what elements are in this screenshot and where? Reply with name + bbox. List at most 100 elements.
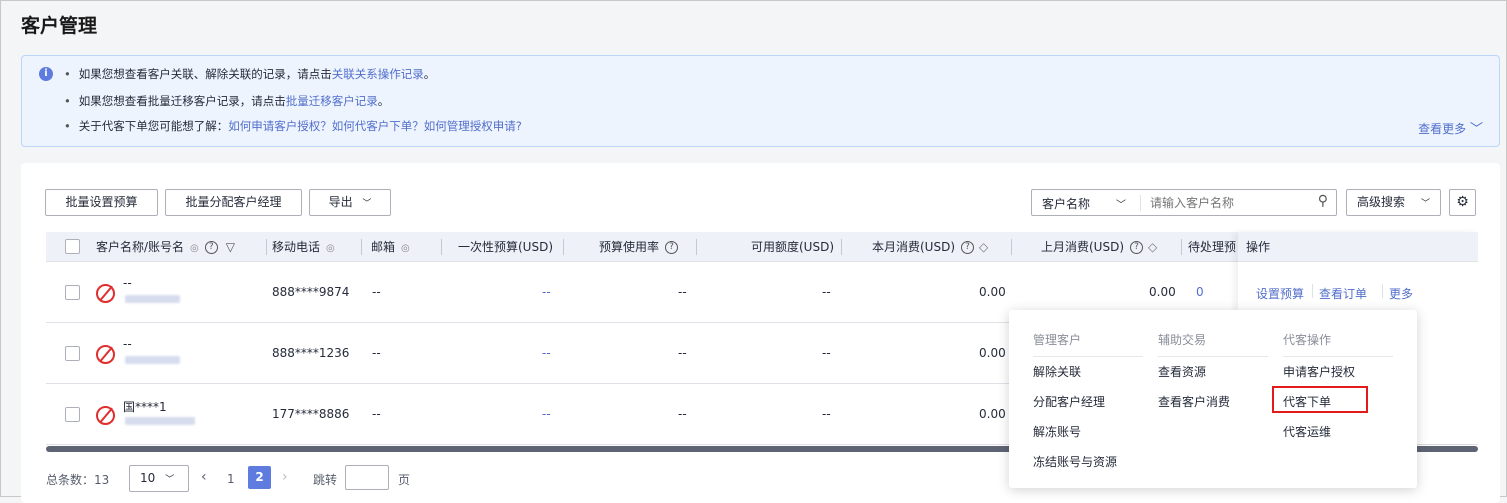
info-line-3: 关于代客下单您可能想了解：如何申请客户授权？如何代客户下单？如何管理授权申请?	[64, 118, 522, 134]
available-credit: --	[822, 285, 831, 299]
column-header-actions: 操作	[1246, 240, 1271, 254]
column-label: 移动电话	[272, 240, 321, 254]
available-credit: --	[822, 407, 831, 421]
help-icon[interactable]: ?	[961, 241, 975, 254]
help-link-authorize[interactable]: 如何申请客户授权？	[228, 119, 332, 133]
menu-item-unfreeze[interactable]: 解冻账号	[1033, 423, 1081, 440]
budget[interactable]: --	[542, 285, 551, 299]
filter-icon[interactable]: ▽	[226, 240, 235, 254]
search-input[interactable]	[1150, 193, 1310, 212]
menu-item-place-order-highlighted[interactable]: 代客下单	[1272, 386, 1368, 413]
column-label: 预算使用率	[599, 240, 660, 254]
email: --	[372, 407, 381, 421]
dropdown-group-proxy: 代客操作 申请客户授权 代客下单 代客运维	[1272, 331, 1393, 439]
chevron-down-icon: ﹀	[1421, 199, 1431, 209]
page-size-select[interactable]: 10 ﹀	[129, 465, 189, 492]
info-text: 。	[423, 67, 436, 81]
this-month-spend: 0.00	[979, 407, 1006, 421]
usage-rate: --	[678, 407, 687, 421]
column-header-last-month: 上月消费(USD)? ◇	[1041, 232, 1157, 262]
relation-record-link[interactable]: 关联关系操作记录	[332, 67, 424, 81]
chevron-down-icon: ﹀	[1116, 200, 1127, 211]
eye-hide-icon[interactable]: ◎	[326, 243, 335, 254]
account-name-blurred	[125, 417, 195, 425]
group-title: 管理客户	[1033, 331, 1143, 357]
help-icon[interactable]: ?	[1130, 241, 1144, 254]
help-link-order[interactable]: 如何代客户下单？	[332, 119, 424, 133]
menu-item-assign-manager[interactable]: 分配客户经理	[1033, 393, 1105, 410]
page-1-button[interactable]: 1	[227, 472, 235, 486]
email: --	[372, 285, 381, 299]
help-icon[interactable]: ?	[204, 241, 218, 254]
prev-page-icon[interactable]: ‹	[201, 469, 207, 485]
menu-item-view-spending[interactable]: 查看客户消费	[1158, 393, 1230, 410]
search-icon[interactable]: ⚲	[1318, 193, 1328, 209]
column-header-name: 客户名称/账号名 ◎? ▽	[96, 232, 235, 264]
set-budget-link[interactable]: 设置预算	[1256, 285, 1304, 302]
search-field-select[interactable]: 客户名称 ﹀	[1042, 195, 1126, 212]
chevron-down-icon: ﹀	[165, 475, 175, 485]
this-month-spend: 0.00	[979, 285, 1006, 299]
phone: 177****8886	[272, 407, 350, 421]
column-header-phone: 移动电话 ◎	[272, 232, 335, 264]
info-text: 如果您想查看客户关联、解除关联的记录，请点击	[78, 67, 332, 81]
info-line-1: 如果您想查看客户关联、解除关联的记录，请点击关联关系操作记录。	[64, 66, 436, 82]
budget[interactable]: --	[542, 346, 551, 360]
sort-icon[interactable]: ◇	[979, 240, 988, 254]
jump-label: 跳转	[313, 473, 338, 487]
column-header-pending: 待处理预	[1188, 240, 1237, 254]
help-link-manage[interactable]: 如何管理授权申请?	[424, 119, 522, 133]
migration-record-link[interactable]: 批量迁移客户记录	[286, 94, 378, 108]
column-header-available: 可用额度(USD)	[751, 240, 835, 254]
phone: 888****1236	[272, 346, 350, 360]
menu-item-unlink[interactable]: 解除关联	[1033, 363, 1081, 380]
next-page-icon[interactable]: ›	[282, 469, 288, 485]
view-orders-link[interactable]: 查看订单	[1319, 285, 1367, 302]
advanced-search-button[interactable]: 高级搜索 ﹀	[1346, 189, 1441, 216]
account-name-blurred	[125, 356, 180, 364]
menu-item-request-authorization[interactable]: 申请客户授权	[1283, 363, 1355, 380]
menu-item-view-resources[interactable]: 查看资源	[1158, 363, 1206, 380]
search-field-label: 客户名称	[1042, 197, 1091, 211]
select-all-checkbox[interactable]	[65, 239, 80, 254]
usage-rate: --	[678, 285, 687, 299]
info-icon: i	[39, 67, 53, 81]
customer-name: --	[123, 276, 132, 290]
eye-hide-icon[interactable]: ◎	[190, 243, 199, 254]
pending-count[interactable]: 0	[1196, 285, 1204, 299]
view-more-label: 查看更多	[1418, 122, 1467, 136]
dropdown-group-manage: 管理客户 解除关联 分配客户经理 解冻账号 冻结账号与资源	[1033, 331, 1143, 469]
page-title: 客户管理	[21, 15, 98, 37]
column-header-this-month: 本月消费(USD)? ◇	[872, 232, 988, 262]
group-title: 辅助交易	[1158, 331, 1268, 357]
row-checkbox[interactable]	[65, 407, 80, 422]
budget[interactable]: --	[542, 407, 551, 421]
page-2-button-current[interactable]: 2	[248, 466, 271, 489]
column-label: 邮箱	[371, 240, 396, 254]
row-checkbox[interactable]	[65, 285, 80, 300]
help-icon[interactable]: ?	[665, 241, 679, 254]
sort-icon[interactable]: ◇	[1148, 240, 1157, 254]
column-label: 本月消费(USD)	[872, 240, 956, 254]
eye-hide-icon[interactable]: ◎	[401, 243, 410, 254]
column-label: 上月消费(USD)	[1041, 240, 1125, 254]
frozen-ban-icon	[96, 406, 115, 425]
total-value: 13	[94, 473, 110, 487]
export-button[interactable]: 导出 ﹀	[309, 189, 391, 216]
jump-page-input[interactable]	[345, 465, 389, 490]
row-checkbox[interactable]	[65, 346, 80, 361]
total-count: 总条数：13	[46, 471, 109, 488]
view-more-button[interactable]: 查看更多 ﹀	[1418, 118, 1483, 137]
info-text: 如果您想查看批量迁移客户记录，请点击	[78, 94, 286, 108]
settings-gear-icon[interactable]: ⚙	[1449, 189, 1476, 216]
menu-item-proxy-ops[interactable]: 代客运维	[1283, 423, 1331, 440]
menu-item-freeze[interactable]: 冻结账号与资源	[1033, 453, 1117, 470]
batch-assign-manager-button[interactable]: 批量分配客户经理	[165, 189, 302, 216]
more-actions-link[interactable]: 更多	[1389, 285, 1413, 302]
batch-budget-button[interactable]: 批量设置预算	[45, 189, 158, 216]
email: --	[372, 346, 381, 360]
customer-name: 国****1	[123, 400, 167, 414]
dropdown-group-trade: 辅助交易 查看资源 查看客户消费	[1158, 331, 1268, 409]
info-text: 。	[377, 94, 390, 108]
customer-name: --	[123, 337, 132, 351]
